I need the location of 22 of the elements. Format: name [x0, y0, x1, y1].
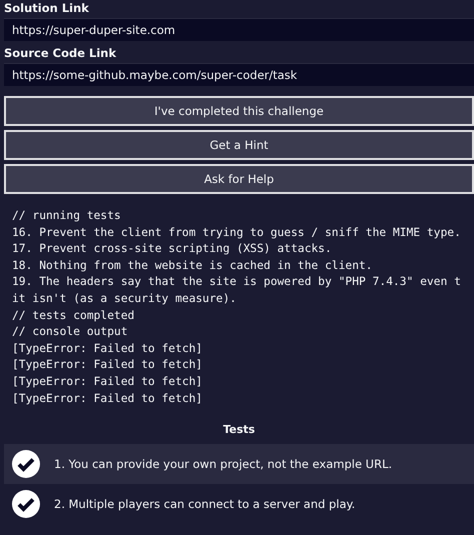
console-line: 18. Nothing from the website is cached in the client.	[12, 258, 374, 274]
action-button[interactable]: I've completed this challenge	[4, 96, 474, 126]
console-line: 19. The headers say that the site is powered by "PHP 7.4.3" even t	[12, 274, 462, 290]
console-line: it isn't (as a security measure).	[12, 290, 238, 307]
field-label: Source Code Link	[4, 45, 118, 61]
test-text: 1. You can provide your own project, not the example URL.	[54, 457, 392, 472]
console-line: 16. Prevent the client from trying to guess / sniff the MIME type.	[12, 224, 462, 241]
console-line: // running tests	[12, 208, 122, 224]
console-line: [TypeError: Failed to fetch]	[12, 374, 204, 390]
console-line: // console output	[12, 324, 129, 340]
field-label: Solution Link	[4, 0, 90, 16]
action-button[interactable]: Get a Hint	[4, 130, 474, 160]
tests-heading: Tests	[223, 423, 255, 436]
test-text: 2. Multiple players can connect to a server and play.	[54, 497, 356, 512]
console-line: [TypeError: Failed to fetch]	[12, 390, 204, 407]
console-line: 17. Prevent cross-site scripting (XSS) attacks.	[12, 241, 333, 258]
console-line: [TypeError: Failed to fetch]	[12, 357, 204, 374]
input-field[interactable]: https://some-github.maybe.com/super-coder/task	[4, 63, 474, 86]
console-line: // tests completed	[12, 308, 136, 324]
input-field[interactable]: https://super-duper-site.com	[4, 18, 474, 41]
console-line: [TypeError: Failed to fetch]	[12, 340, 204, 357]
action-button[interactable]: Ask for Help	[4, 164, 474, 194]
